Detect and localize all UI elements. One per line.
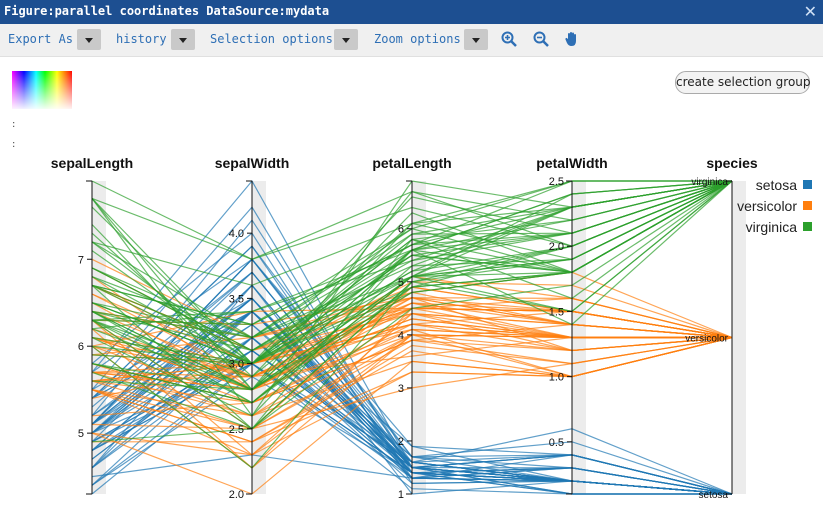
legend-swatch-versicolor[interactable]	[803, 201, 812, 210]
tick-label: 1.0	[549, 372, 564, 384]
tick-label: 2.5	[229, 424, 244, 436]
category-label: virginica	[691, 177, 728, 188]
axis-title-petalLength: petalLength	[372, 155, 451, 171]
axis-band-species[interactable]	[732, 181, 746, 494]
legend-label-setosa[interactable]: setosa	[756, 177, 797, 193]
legend-swatch-setosa[interactable]	[803, 180, 812, 189]
axis-title-petalWidth: petalWidth	[536, 155, 607, 171]
tick-label: 6	[398, 224, 404, 236]
selection-options-dropdown-button[interactable]	[334, 29, 358, 50]
axis-title-species: species	[706, 155, 758, 171]
title-bar: Figure:parallel coordinates DataSource:m…	[0, 0, 823, 24]
tick-label: 2.0	[549, 241, 564, 253]
pan-hand-icon[interactable]	[563, 30, 581, 48]
toolbar: Export As history Selection options Zoom…	[0, 24, 823, 57]
tick-label: 2	[398, 436, 404, 448]
axis-title-sepalLength: sepalLength	[51, 155, 133, 171]
color-map-swatch[interactable]	[12, 71, 72, 109]
history-dropdown-button[interactable]	[171, 29, 195, 50]
selection-options-menu[interactable]: Selection options	[210, 32, 333, 46]
export-as-dropdown-button[interactable]	[77, 29, 101, 50]
export-as-menu[interactable]: Export As	[8, 32, 73, 46]
zoom-out-icon[interactable]	[532, 30, 550, 48]
legend-swatch-virginica[interactable]	[803, 222, 812, 231]
axis-title-sepalWidth: sepalWidth	[215, 155, 290, 171]
legend-label-versicolor[interactable]: versicolor	[737, 198, 797, 214]
tick-label: 3.0	[229, 359, 244, 371]
tick-label: 1	[398, 489, 404, 501]
tick-label: 0.5	[549, 437, 564, 449]
tick-label: 2.5	[549, 176, 564, 188]
parallel-coordinates-chart: sepalLength 5 6 7 sepalWidth 2.0 2.5 3.0 3.5 4.0 p…	[51, 155, 812, 501]
close-icon[interactable]: ✕	[804, 2, 817, 21]
tick-label: 7	[78, 254, 84, 266]
colormap-marker: :	[12, 119, 16, 130]
legend-label-virginica[interactable]: virginica	[746, 219, 798, 235]
tick-label: 3.5	[229, 293, 244, 305]
tick-label: 1.5	[549, 306, 564, 318]
zoom-options-menu[interactable]: Zoom options	[374, 32, 461, 46]
zoom-in-icon[interactable]	[500, 30, 518, 48]
tick-label: 5	[398, 277, 404, 289]
category-label: setosa	[699, 490, 729, 501]
tick-label: 2.0	[229, 489, 244, 501]
create-selection-group-button[interactable]: create selection group	[675, 71, 811, 94]
zoom-options-dropdown-button[interactable]	[464, 29, 488, 50]
tick-label: 6	[78, 341, 84, 353]
history-menu[interactable]: history	[116, 32, 167, 46]
tick-label: 4.0	[229, 228, 244, 240]
tick-label: 5	[78, 428, 84, 440]
window-title: Figure:parallel coordinates DataSource:m…	[4, 4, 330, 18]
category-label: versicolor	[685, 334, 728, 345]
tick-label: 4	[398, 330, 404, 342]
colormap-marker: :	[12, 139, 16, 150]
tick-label: 3	[398, 383, 404, 395]
